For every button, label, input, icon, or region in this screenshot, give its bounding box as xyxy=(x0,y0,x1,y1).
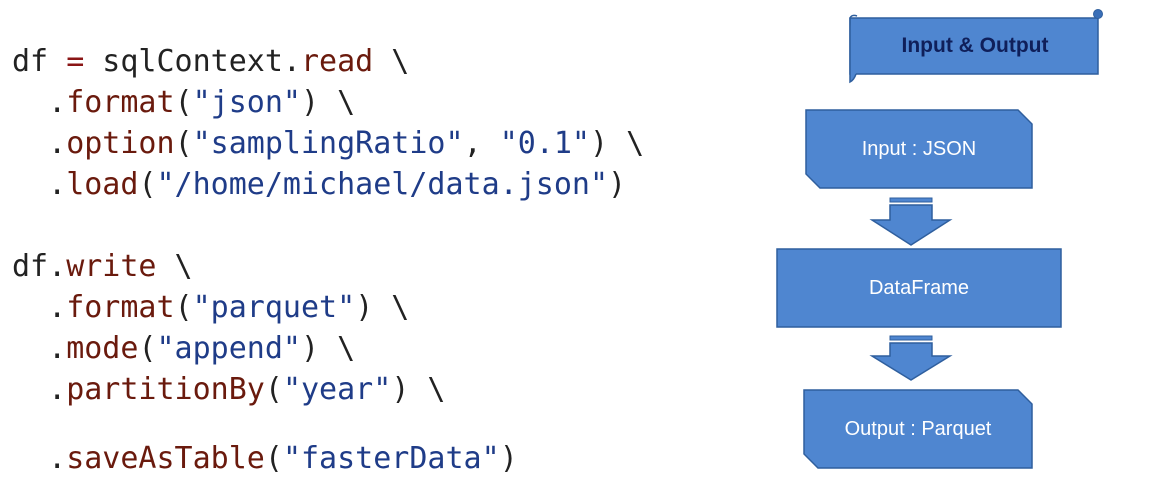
code-token-method: write xyxy=(66,249,157,284)
output-label: Output : Parquet xyxy=(844,417,992,440)
code-token-plain: sqlContext. xyxy=(84,44,301,79)
code-token-plain: ( xyxy=(138,167,157,202)
code-token-plain: \ xyxy=(156,249,193,284)
code-token-plain: ) \ xyxy=(355,290,410,325)
code-token-plain: ( xyxy=(174,290,193,325)
code-line: .load("/home/michael/data.json") xyxy=(12,167,626,203)
code-token-string: "json" xyxy=(192,85,301,120)
code-token-string: "append" xyxy=(156,331,302,366)
code-line: .saveAsTable("fasterData") xyxy=(12,441,518,477)
code-token-plain: df. xyxy=(12,249,67,284)
code-token-method: read xyxy=(301,44,374,79)
code-token-plain: . xyxy=(12,441,67,476)
code-token-method: partitionBy xyxy=(66,372,265,407)
code-line: df.write \ xyxy=(12,249,193,285)
code-token-method: option xyxy=(66,126,175,161)
code-line: .mode("append") \ xyxy=(12,331,355,367)
code-token-string: "0.1" xyxy=(499,126,590,161)
code-token-plain: . xyxy=(12,167,67,202)
code-token-plain: ) xyxy=(499,441,518,476)
code-block: df = sqlContext.read \ .format("json") \… xyxy=(12,0,732,488)
code-token-method: mode xyxy=(66,331,139,366)
code-line: df = sqlContext.read \ xyxy=(12,44,409,80)
dataframe-label: DataFrame xyxy=(868,276,970,299)
code-token-string: "fasterData" xyxy=(282,441,500,476)
code-line: .option("samplingRatio", "0.1") \ xyxy=(12,126,644,162)
code-token-plain: ( xyxy=(264,441,283,476)
code-token-plain: ) \ xyxy=(301,331,356,366)
code-token-string: "/home/michael/data.json" xyxy=(156,167,609,202)
arrow-down-icon xyxy=(869,335,953,381)
code-token-plain: ) \ xyxy=(391,372,446,407)
code-token-string: "year" xyxy=(282,372,392,407)
code-token-method: format xyxy=(66,290,175,325)
flow-diagram: Input & Output Input : JSON DataFrame Ou… xyxy=(760,0,1158,488)
code-token-plain: . xyxy=(12,372,67,407)
code-token-string: "parquet" xyxy=(192,290,356,325)
code-token-plain: df xyxy=(12,44,67,79)
code-token-method: saveAsTable xyxy=(66,441,265,476)
code-token-plain: . xyxy=(12,126,67,161)
code-token-plain: ) \ xyxy=(301,85,356,120)
code-token-plain: ( xyxy=(138,331,157,366)
code-token-op: = xyxy=(66,44,85,79)
arrow-down-icon xyxy=(869,197,953,246)
diagram-title: Input & Output xyxy=(901,34,1049,57)
code-token-plain: . xyxy=(12,85,67,120)
code-token-plain: , xyxy=(463,126,500,161)
code-token-plain: . xyxy=(12,331,67,366)
input-label: Input : JSON xyxy=(861,137,977,160)
code-token-method: format xyxy=(66,85,175,120)
code-line: .format("parquet") \ xyxy=(12,290,409,326)
code-token-method: load xyxy=(66,167,139,202)
code-token-plain: \ xyxy=(373,44,410,79)
code-line: .partitionBy("year") \ xyxy=(12,372,446,408)
code-token-plain: ) xyxy=(608,167,627,202)
code-line: .format("json") \ xyxy=(12,85,355,121)
code-token-plain: ( xyxy=(174,85,193,120)
code-token-string: "samplingRatio" xyxy=(192,126,464,161)
code-token-plain: . xyxy=(12,290,67,325)
code-token-plain: ) \ xyxy=(590,126,645,161)
code-token-plain: ( xyxy=(174,126,193,161)
code-token-plain: ( xyxy=(264,372,283,407)
